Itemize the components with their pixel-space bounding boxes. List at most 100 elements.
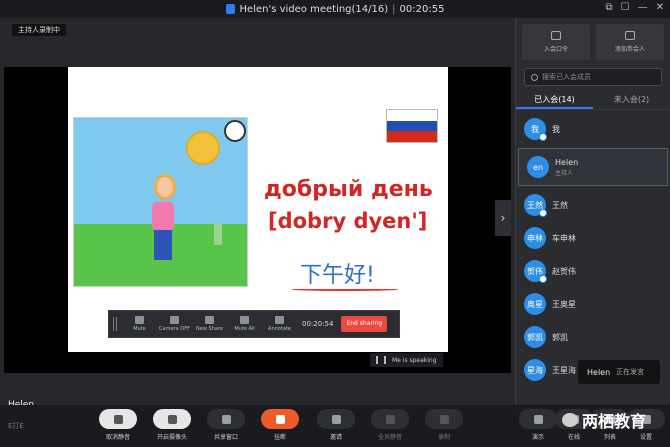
- share-link-icon: [551, 31, 561, 40]
- avatar: en: [527, 156, 549, 178]
- tab-joined[interactable]: 已入会(14): [516, 92, 593, 109]
- meeting-password-button[interactable]: 入会口令: [522, 24, 590, 60]
- member-row[interactable]: 奥星 王奥星: [516, 289, 670, 319]
- window-controls: ⧉ ☐ — ✕: [606, 2, 665, 13]
- start-camera-button[interactable]: 开启摄像头: [150, 409, 194, 441]
- meeting-password-label: 入会口令: [543, 46, 568, 53]
- girl-head-shape: [154, 174, 176, 200]
- title-bar: Helen's video meeting(14/16) | 00:20:55 …: [0, 0, 670, 18]
- annotate-icon: [275, 316, 284, 324]
- member-tabs: 已入会(14) 未入会(2): [516, 92, 670, 110]
- mic-icon: [135, 316, 144, 324]
- flag-stripe-white: [387, 110, 437, 121]
- avatar: 奥星: [524, 293, 546, 315]
- title-separator: |: [392, 3, 396, 15]
- avatar: 申林: [524, 227, 546, 249]
- share-timer: 00:20:54: [302, 320, 334, 328]
- share-mute-label: Mute: [133, 326, 146, 332]
- phone-icon: [261, 409, 299, 429]
- share-toolbar: Mute Camera OFF New Share Mute All Annot…: [108, 310, 400, 338]
- share-mute-button[interactable]: Mute: [123, 316, 156, 332]
- mic-icon: [99, 409, 137, 429]
- hang-up-label: 挂断: [273, 434, 286, 441]
- record-button[interactable]: 录制: [422, 409, 466, 441]
- member-name: 王星海: [552, 365, 576, 375]
- avatar-text: 星海: [527, 365, 543, 375]
- minimize-icon[interactable]: —: [638, 2, 648, 13]
- member-row[interactable]: 贺伟 赵贺伟: [516, 256, 670, 286]
- pop-out-icon[interactable]: ⧉: [606, 2, 613, 13]
- mute-all-button[interactable]: 全员静音: [368, 409, 412, 441]
- add-user-icon: [317, 409, 355, 429]
- avatar-text: 我: [531, 124, 539, 134]
- avatar-text: 郭凯: [527, 332, 543, 342]
- member-name: 王然: [552, 200, 568, 210]
- member-name: 王奥星: [552, 299, 576, 309]
- close-icon[interactable]: ✕: [656, 2, 664, 13]
- clock-icon: [224, 120, 246, 142]
- unmute-label: 取消静音: [105, 434, 130, 441]
- share-new-share-button[interactable]: New Share: [193, 316, 226, 332]
- member-row[interactable]: 申林 车申林: [516, 223, 670, 253]
- member-search: [524, 68, 662, 86]
- speaking-indicator-text: Me is speaking: [392, 356, 437, 364]
- avatar-text: en: [533, 162, 543, 172]
- plant-shape: [214, 223, 222, 245]
- member-row-host[interactable]: en Helen 主持人: [518, 148, 668, 186]
- slide-illustration: [73, 117, 248, 287]
- member-search-input[interactable]: [542, 73, 655, 81]
- russian-phrase: добрый день: [264, 177, 433, 202]
- speaking-indicator: Me is speaking: [370, 353, 443, 367]
- mute-all-label: 全员静音: [377, 434, 402, 441]
- camera-icon: [153, 409, 191, 429]
- meeting-title: Helen's video meeting(14/16): [239, 3, 389, 15]
- record-label: 录制: [437, 434, 450, 441]
- mic-status-icon: [539, 133, 547, 141]
- search-icon: [531, 73, 538, 81]
- member-name: 车申林: [552, 233, 576, 243]
- drag-handle-icon[interactable]: [113, 317, 117, 331]
- share-annotate-button[interactable]: Annotate: [263, 316, 296, 332]
- add-participant-button[interactable]: 添加参会人: [596, 24, 664, 60]
- avatar: 我: [524, 118, 547, 141]
- share-annotate-label: Annotate: [268, 326, 291, 332]
- flag-stripe-red: [387, 131, 437, 142]
- avatar-text: 申林: [527, 233, 543, 243]
- share-mute-all-button[interactable]: Mute All: [228, 316, 261, 332]
- share-window-label: 共享窗口: [213, 434, 238, 441]
- tab-not-joined[interactable]: 未入会(2): [593, 92, 670, 109]
- annotation-underline: [292, 288, 398, 291]
- russian-transliteration: [dobry dyen']: [268, 209, 428, 233]
- start-camera-label: 开启摄像头: [156, 434, 187, 441]
- member-name: 我: [552, 124, 560, 134]
- invite-button[interactable]: 邀请: [314, 409, 358, 441]
- speaking-popup-status: 正在发言: [616, 368, 645, 376]
- member-row[interactable]: 我 我: [516, 114, 670, 144]
- chinese-phrase: 下午好!: [300, 263, 375, 288]
- maximize-icon[interactable]: ☐: [621, 2, 630, 13]
- share-window-button[interactable]: 共享窗口: [204, 409, 248, 441]
- shared-screen: добрый день [dobry dyen'] 下午好! Mute Came…: [4, 67, 511, 373]
- mute-all-icon: [371, 409, 409, 429]
- member-row[interactable]: 王然 王然: [516, 190, 670, 220]
- member-row[interactable]: 郭凯 郭凯: [516, 322, 670, 352]
- share-mute-all-label: Mute All: [234, 326, 255, 332]
- brand-logo: E打E: [8, 422, 24, 430]
- share-camera-label: Camera OFF: [159, 326, 190, 332]
- unmute-button[interactable]: 取消静音: [96, 409, 140, 441]
- avatar-text: 奥星: [527, 299, 543, 309]
- avatar: 郭凯: [524, 326, 546, 348]
- share-camera-button[interactable]: Camera OFF: [158, 316, 191, 332]
- speaking-popup-name: Helen: [587, 367, 611, 377]
- add-participant-label: 添加参会人: [614, 46, 645, 53]
- lock-icon: [225, 4, 235, 14]
- next-page-button[interactable]: ›: [495, 200, 511, 236]
- audio-level-icon: [376, 356, 386, 364]
- share-new-share-label: New Share: [196, 326, 223, 332]
- member-name: Helen: [555, 157, 579, 167]
- add-user-icon: [625, 31, 635, 40]
- member-role: 主持人: [555, 169, 574, 177]
- hang-up-button[interactable]: 挂断: [258, 409, 302, 441]
- meeting-timer: 00:20:55: [399, 3, 445, 15]
- end-sharing-button[interactable]: End sharing: [341, 316, 388, 332]
